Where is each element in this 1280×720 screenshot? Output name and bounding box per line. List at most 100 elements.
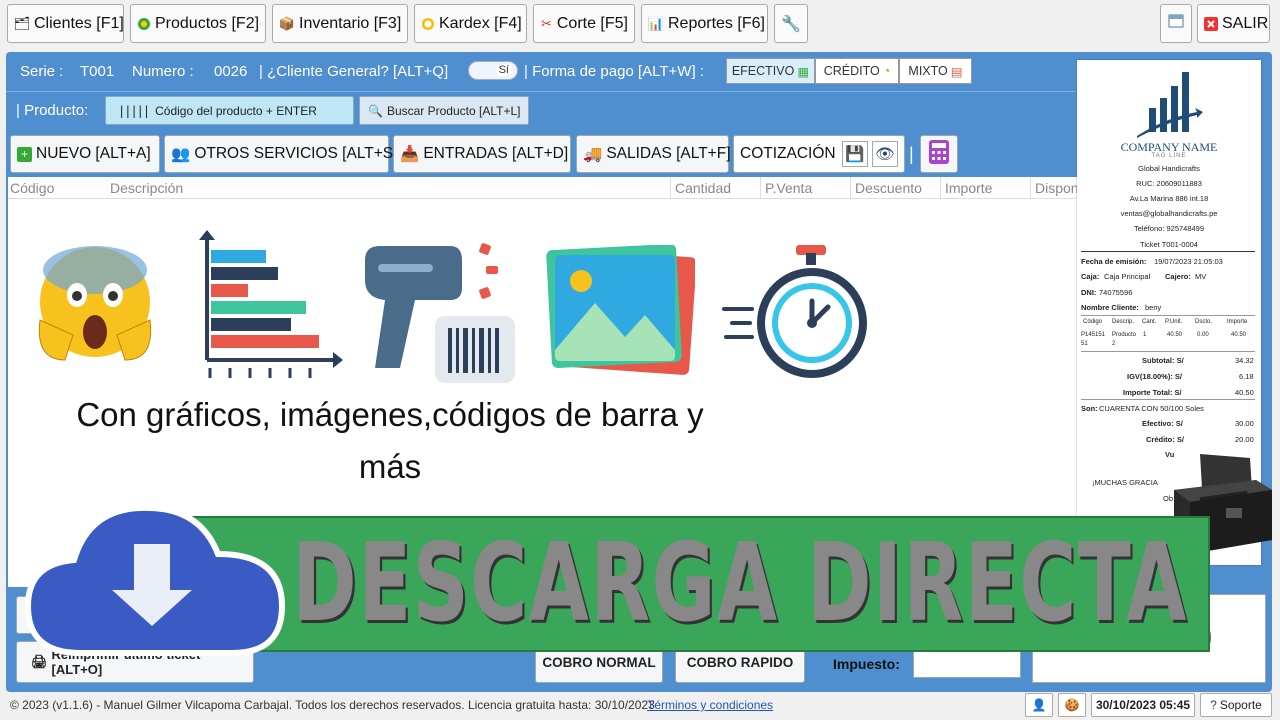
serie-value: T001 bbox=[80, 63, 115, 80]
clientes-button[interactable]: 🗂 Clientes [F1] bbox=[7, 4, 124, 43]
col-cantidad: Cantidad bbox=[670, 177, 731, 199]
salidas-icon: 🚚 bbox=[583, 145, 603, 163]
terms-link[interactable]: Términos y condiciones bbox=[647, 698, 773, 712]
soporte-button[interactable]: ? Soporte bbox=[1200, 693, 1272, 717]
cloud-download-icon[interactable] bbox=[20, 498, 290, 668]
salir-button[interactable]: SALIR bbox=[1197, 4, 1270, 43]
ticket-col-punit: P.Unit. bbox=[1165, 319, 1183, 325]
user-icon: 👤 bbox=[1031, 698, 1047, 712]
tools-icon: 🔧 bbox=[781, 15, 801, 33]
product-code-input[interactable]: ||||| Código del producto + ENTER bbox=[105, 96, 354, 125]
promo-line1: Con gráficos, imágenes,códigos de barra … bbox=[76, 396, 704, 433]
col-descuento-label: Descuento bbox=[855, 180, 922, 196]
ticket-col-descrip: Descrip. bbox=[1112, 319, 1135, 325]
salidas-button[interactable]: 🚚 SALIDAS [ALT+F] bbox=[576, 135, 731, 173]
datetime-display: 30/10/2023 05:45 bbox=[1091, 693, 1195, 717]
ticket-subtotal: 34.32 bbox=[1235, 356, 1254, 365]
ticket-dni: 74075596 bbox=[1099, 288, 1133, 297]
calculator-button[interactable] bbox=[920, 135, 958, 173]
corte-button[interactable]: ✂ Corte [F5] bbox=[533, 4, 635, 43]
cotizacion-box: COTIZACIÓN 💾 👁 bbox=[733, 135, 905, 173]
ticket-credito: 20.00 bbox=[1235, 435, 1254, 444]
ticket-dni-label: DNI: bbox=[1081, 288, 1097, 297]
buscar-label: Buscar Producto [ALT+L] bbox=[386, 103, 521, 118]
ticket-address: Av.La Marina 886 int.18 bbox=[1129, 194, 1209, 203]
pay-efectivo[interactable]: EFECTIVO ▦ bbox=[726, 58, 815, 84]
ticket-divider-2 bbox=[1081, 315, 1255, 316]
ticket-total-label: Importe Total: S/ bbox=[1123, 388, 1182, 397]
pay-credito[interactable]: CRÉDITO ◔ bbox=[815, 58, 899, 84]
numero-value: 0026 bbox=[214, 63, 248, 80]
col-descripcion: Descripción bbox=[110, 177, 183, 199]
ticket-col-importe: Importe bbox=[1227, 319, 1248, 325]
promo-line2: más bbox=[358, 448, 422, 485]
col-pventa: P.Venta bbox=[760, 177, 812, 199]
nuevo-button[interactable]: + NUEVO [ALT+A] bbox=[10, 135, 160, 173]
clients-icon: 🗂 bbox=[13, 15, 31, 31]
view-icon[interactable]: 👁 bbox=[871, 141, 898, 167]
inventario-label: Inventario [F3] bbox=[299, 14, 402, 32]
kardex-icon bbox=[421, 16, 435, 32]
ticket-col-dscto: Dscto. bbox=[1195, 319, 1213, 325]
save-icon[interactable]: 💾 bbox=[841, 141, 868, 167]
ticket-row-punit: 40.50 bbox=[1167, 332, 1183, 338]
inventario-button[interactable]: 📦 Inventario [F3] bbox=[272, 4, 408, 43]
col-importe-label: Importe bbox=[945, 180, 993, 196]
ticket-row-importe: 40.50 bbox=[1231, 332, 1247, 338]
cliente-general-toggle[interactable]: Sí bbox=[468, 61, 518, 80]
cotizacion-label: COTIZACIÓN bbox=[740, 145, 836, 162]
cash-icon: ▦ bbox=[797, 64, 810, 79]
productos-label: Productos [F2] bbox=[155, 14, 260, 32]
help-icon: ? bbox=[1210, 698, 1217, 712]
otros-label: OTROS SERVICIOS [ALT+S] bbox=[194, 145, 398, 162]
forma-pago-label: | Forma de pago [ALT+W] : bbox=[524, 63, 704, 80]
productos-button[interactable]: Productos [F2] bbox=[130, 4, 266, 43]
scared-face-icon bbox=[38, 246, 152, 361]
inventory-icon: 📦 bbox=[278, 15, 296, 31]
close-icon bbox=[1204, 16, 1218, 32]
products-icon bbox=[137, 16, 151, 32]
window-button[interactable] bbox=[1160, 4, 1192, 43]
ticket-email: ventas@globalhandicrafts.pe bbox=[1120, 209, 1218, 218]
ticket-col-codigo: Código bbox=[1083, 319, 1103, 325]
kardex-label: Kardex [F4] bbox=[439, 14, 522, 32]
pay-mixto[interactable]: MIXTO ▤ bbox=[899, 58, 972, 84]
ticket-row-descrip: Producto bbox=[1112, 332, 1137, 338]
ticket-name: Global Handicrafts bbox=[1138, 164, 1200, 173]
ticket-caja: Caja Principal bbox=[1104, 272, 1151, 281]
serie-label: Serie : bbox=[20, 63, 64, 80]
kardex-button[interactable]: Kardex [F4] bbox=[414, 4, 527, 43]
bar-chart-icon bbox=[199, 230, 343, 378]
ticket-row2-codigo: 51 bbox=[1081, 341, 1088, 347]
ticket-cajero-label: Cajero: bbox=[1165, 272, 1191, 281]
entradas-label: ENTRADAS [ALT+D] bbox=[423, 145, 569, 162]
ticket-total: 40.50 bbox=[1235, 388, 1254, 397]
search-icon: 🔍 bbox=[368, 103, 383, 118]
ticket-caja-label: Caja: bbox=[1081, 272, 1100, 281]
ticket-son: CUARENTA CON 50/100 Soles bbox=[1099, 404, 1204, 413]
otros-servicios-button[interactable]: 👥 OTROS SERVICIOS [ALT+S] bbox=[164, 135, 397, 173]
user-status-button[interactable]: 👤 bbox=[1025, 693, 1053, 717]
services-icon: 👥 bbox=[171, 145, 191, 163]
ticket-son-label: Son: bbox=[1081, 404, 1098, 413]
ticket-row-dscto: 0.00 bbox=[1197, 332, 1209, 338]
col-descuento: Descuento bbox=[850, 177, 922, 199]
settings-button[interactable]: 🔧 bbox=[774, 4, 808, 43]
ticket-efectivo: 30.00 bbox=[1235, 419, 1254, 428]
ticket-cliente: beny bbox=[1145, 303, 1162, 312]
stopwatch-icon bbox=[722, 245, 867, 378]
numero-label: Numero : bbox=[132, 63, 194, 80]
col-dispon: Dispon bbox=[1030, 177, 1079, 199]
buscar-producto-button[interactable]: 🔍 Buscar Producto [ALT+L] bbox=[359, 96, 529, 125]
reports-icon: 📊 bbox=[647, 15, 665, 31]
banner-text: DESCARGA DIRECTA bbox=[292, 520, 1188, 646]
col-codigo: Código bbox=[10, 177, 54, 199]
ticket-row2-descrip: 2 bbox=[1112, 341, 1116, 347]
col-importe: Importe bbox=[940, 177, 992, 199]
ticket-igv-label: IGV(18.00%): S/ bbox=[1127, 372, 1183, 381]
ticket-divider-4 bbox=[1081, 399, 1255, 400]
clientes-label: Clientes [F1] bbox=[34, 14, 124, 32]
gingerbread-button[interactable]: 🍪 bbox=[1058, 693, 1086, 717]
entradas-button[interactable]: 📥 ENTRADAS [ALT+D] bbox=[393, 135, 571, 173]
reportes-button[interactable]: 📊 Reportes [F6] bbox=[641, 4, 768, 43]
